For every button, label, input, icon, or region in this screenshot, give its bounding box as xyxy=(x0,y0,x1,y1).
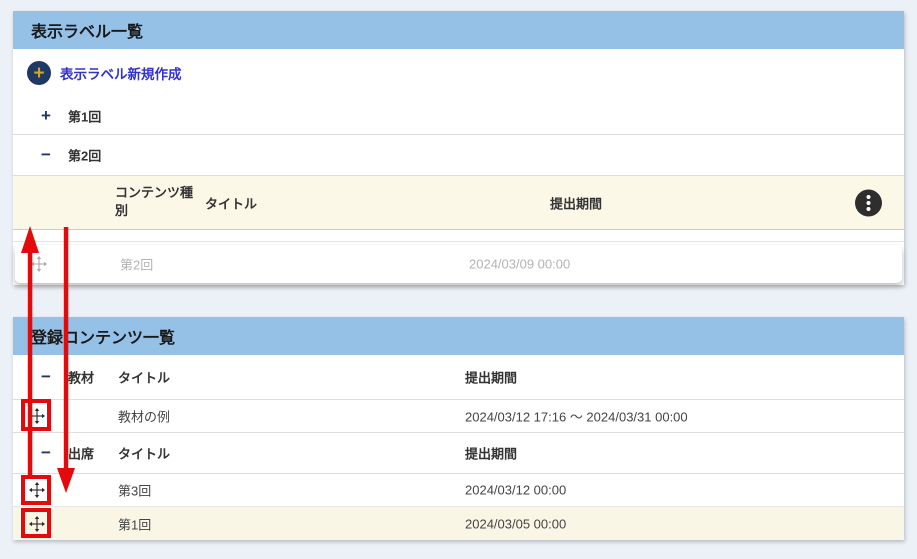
column-header-title: タイトル xyxy=(205,193,257,212)
column-header-content-type: コンテンツ種別 xyxy=(115,184,201,222)
column-header-period: 提出期間 xyxy=(465,368,517,387)
display-label-list-panel: 表示ラベル一覧 + 表示ラベル新規作成 + 第1回 − 第2回 コンテンツ種別 … xyxy=(13,11,904,285)
section-category-label: 教材 xyxy=(68,368,94,387)
dragged-row-ghost: 第2回 2024/03/09 00:00 xyxy=(15,245,902,283)
move-icon[interactable] xyxy=(31,256,47,272)
label-table-header: コンテンツ種別 タイトル 提出期間 xyxy=(13,176,904,230)
plus-glyph: + xyxy=(33,64,44,83)
display-label-panel-title: 表示ラベル一覧 xyxy=(31,18,143,42)
create-label-row: + 表示ラベル新規作成 xyxy=(13,49,904,97)
content-row-session1: 第1回 2024/03/05 00:00 xyxy=(13,507,904,540)
ghost-row-period: 2024/03/09 00:00 xyxy=(469,257,570,272)
label-group-name: 第1回 xyxy=(68,106,101,125)
content-title: 第3回 xyxy=(118,481,151,500)
content-title: 第1回 xyxy=(118,514,151,533)
section-header-materials: − 教材 タイトル 提出期間 xyxy=(13,355,904,400)
section-header-attendance: − 出席 タイトル 提出期間 xyxy=(13,433,904,474)
section-category-label: 出席 xyxy=(68,444,94,463)
content-period: 2024/03/12 17:16 ～ 2024/03/31 00:00 xyxy=(465,407,688,426)
content-period: 2024/03/12 00:00 xyxy=(465,483,566,498)
content-period: 2024/03/05 00:00 xyxy=(465,516,566,531)
column-header-title: タイトル xyxy=(118,444,170,463)
content-row-session3: 第3回 2024/03/12 00:00 xyxy=(13,474,904,507)
move-icon[interactable] xyxy=(29,516,45,532)
collapse-icon[interactable]: − xyxy=(38,145,54,165)
expand-icon[interactable]: + xyxy=(38,106,54,126)
move-icon[interactable] xyxy=(29,408,45,424)
collapse-icon[interactable]: − xyxy=(38,443,54,463)
label-group-row-2: − 第2回 xyxy=(13,135,904,176)
registered-content-panel-header: 登録コンテンツ一覧 xyxy=(13,317,904,355)
plus-circle-icon[interactable]: + xyxy=(27,61,51,85)
content-row-material-example: 教材の例 2024/03/12 17:16 ～ 2024/03/31 00:00 xyxy=(13,400,904,433)
ghost-row-type: 第2回 xyxy=(120,255,153,274)
display-label-panel-header: 表示ラベル一覧 xyxy=(13,11,904,49)
label-group-row-1: + 第1回 xyxy=(13,97,904,135)
create-display-label-link[interactable]: 表示ラベル新規作成 xyxy=(60,49,182,97)
label-group-name: 第2回 xyxy=(68,146,101,165)
move-icon[interactable] xyxy=(29,482,45,498)
empty-drop-strip xyxy=(13,230,904,242)
column-header-period: 提出期間 xyxy=(465,444,517,463)
content-title: 教材の例 xyxy=(118,407,170,426)
collapse-icon[interactable]: − xyxy=(38,367,54,387)
column-header-title: タイトル xyxy=(118,368,170,387)
vertical-ellipsis-icon[interactable] xyxy=(855,189,882,216)
registered-content-panel-title: 登録コンテンツ一覧 xyxy=(31,324,175,348)
column-header-period: 提出期間 xyxy=(550,193,602,212)
registered-content-list-panel: 登録コンテンツ一覧 − 教材 タイトル 提出期間 教材の例 2024/0 xyxy=(13,317,904,540)
